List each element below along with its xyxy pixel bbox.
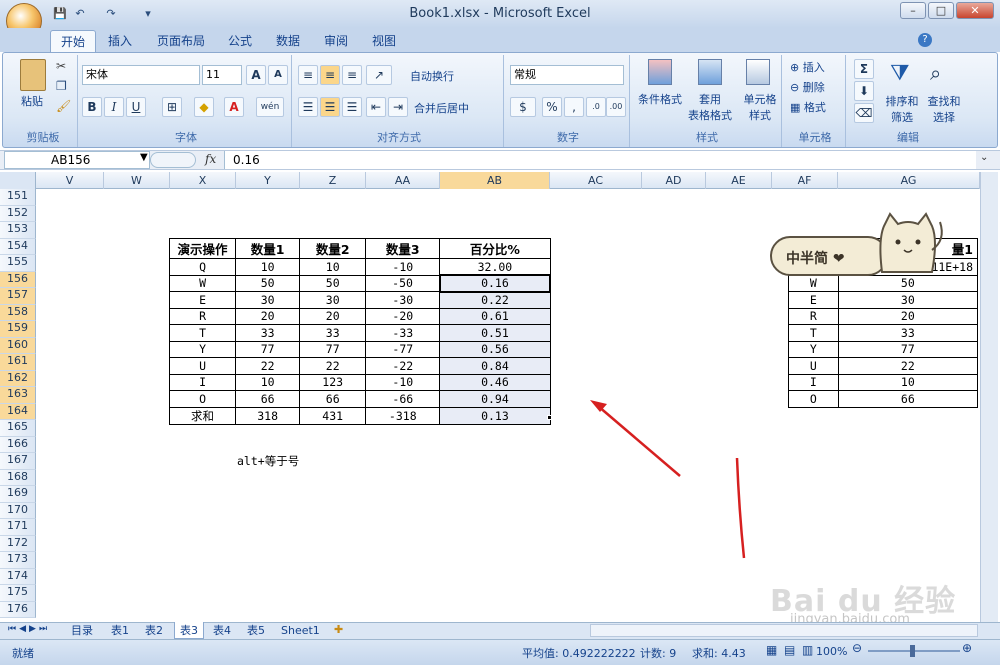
red-pen-stroke [735,457,746,559]
normal-view-icon[interactable]: ▦ [766,643,777,657]
insert-sheet-icon[interactable]: ✚ [334,623,343,636]
sheet-tab[interactable]: 目录 [66,622,98,639]
sheet-tab-active[interactable]: 表3 [174,622,204,639]
page-layout-view-icon[interactable]: ▤ [784,643,795,657]
status-count: 计数: 9 [640,647,677,660]
annotation-layer [590,400,746,559]
sheet-tab[interactable]: 表4 [208,622,236,639]
vertical-scrollbar[interactable] [980,172,998,622]
horizontal-scrollbar[interactable] [590,624,978,637]
sheet-tab[interactable]: 表1 [106,622,134,639]
zoom-out-icon[interactable]: ⊖ [852,641,862,655]
status-sum: 求和: 4.43 [692,647,746,660]
page-break-view-icon[interactable]: ▥ [802,643,813,657]
status-bar [0,639,1000,665]
sheet-tab[interactable]: 表2 [140,622,168,639]
red-arrow-line [597,405,681,477]
sheet-tab[interactable]: Sheet1 [276,622,325,639]
zoom-level[interactable]: 100% [816,645,847,658]
status-ready: 就绪 [12,647,34,660]
zoom-slider-thumb[interactable] [910,645,915,657]
sheet-tab[interactable]: 表5 [242,622,270,639]
zoom-in-icon[interactable]: ⊕ [962,641,972,655]
status-average: 平均值: 0.492222222 [522,647,636,660]
sheet-nav-icon[interactable]: ⏮◀▶⏭ [8,624,50,634]
